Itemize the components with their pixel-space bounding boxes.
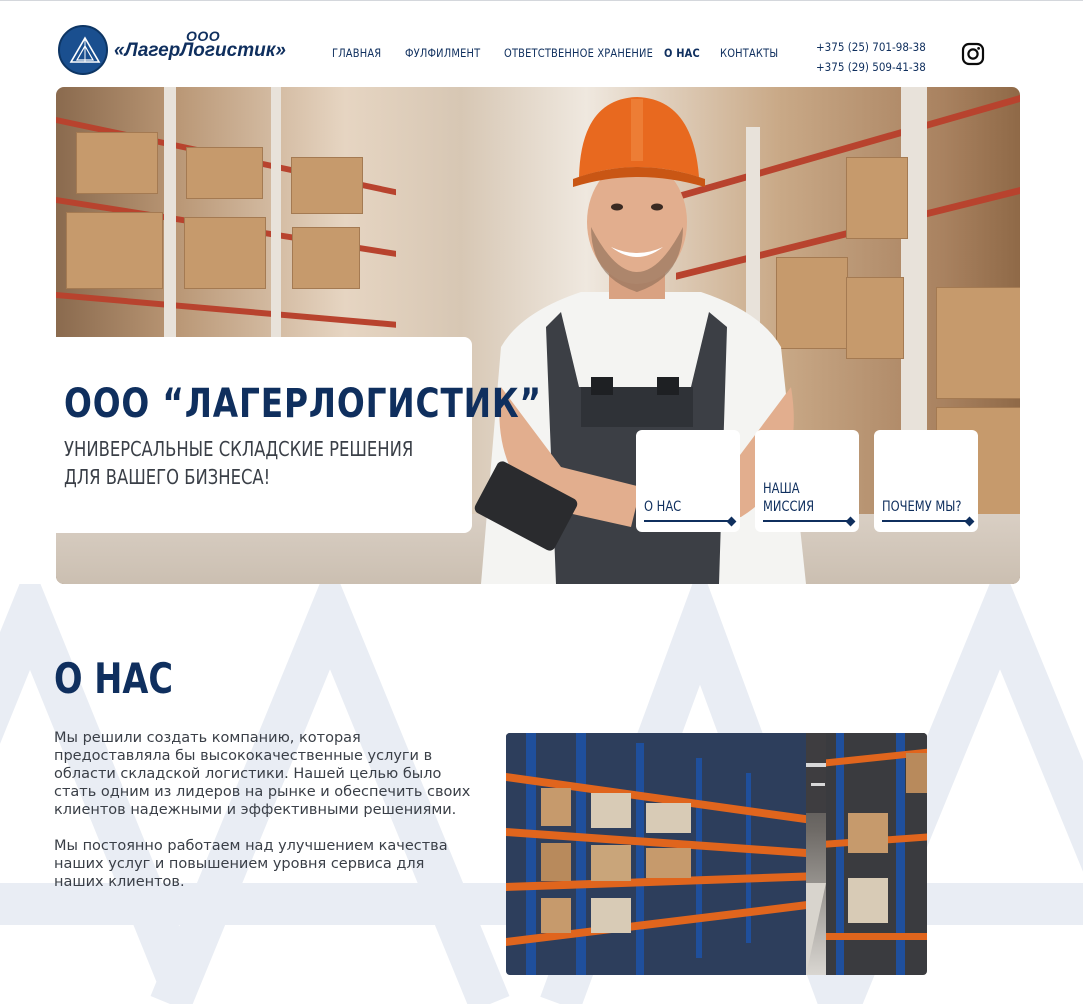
cargo-box <box>291 157 363 214</box>
cargo-box <box>66 212 163 289</box>
about-paragraph-1: Мы решили создать компанию, которая пред… <box>54 730 471 818</box>
shelf-beam <box>56 292 396 328</box>
logo-name[interactable]: «ЛагерЛогистик» <box>114 40 286 62</box>
nav-item-storage[interactable]: ОТВЕТСТВЕННОЕ ХРАНЕНИЕ <box>504 46 653 60</box>
cargo-box <box>184 217 266 289</box>
about-paragraph-2: Мы постоянно работаем над улучшением кач… <box>54 838 448 890</box>
cargo-box <box>846 157 908 239</box>
cargo-box <box>936 287 1020 399</box>
nav-item-contacts[interactable]: КОНТАКТЫ <box>720 46 778 60</box>
hero-link-label: О НАС <box>644 499 682 515</box>
hero-subtitle: УНИВЕРСАЛЬНЫЕ СКЛАДСКИЕ РЕШЕНИЯ ДЛЯ ВАШЕ… <box>64 435 413 491</box>
arrow-diamond-icon <box>845 516 856 527</box>
arrow-diamond-icon <box>726 516 737 527</box>
instagram-icon[interactable] <box>961 42 985 66</box>
hero-link-why-us[interactable]: ПОЧЕМУ МЫ? <box>874 430 978 532</box>
warehouse-photo <box>506 733 927 975</box>
site-header: ООО «ЛагерЛогистик» ГЛАВНАЯ ФУЛФИЛМЕНТ О… <box>0 0 1083 86</box>
nav-item-fulfillment[interactable]: ФУЛФИЛМЕНТ <box>405 46 480 60</box>
hero-subtitle-line-2: ДЛЯ ВАШЕГО БИЗНЕСА! <box>64 465 271 489</box>
cargo-box <box>292 227 360 289</box>
hero-link-label: НАША МИССИЯ <box>763 481 815 515</box>
hero-link-mission[interactable]: НАША МИССИЯ <box>755 430 859 532</box>
nav-item-home[interactable]: ГЛАВНАЯ <box>332 46 381 60</box>
cargo-box <box>76 132 158 194</box>
link-underline <box>644 520 732 522</box>
about-title: О НАС <box>54 654 174 703</box>
hero-card: ООО “ЛАГЕРЛОГИСТИК” УНИВЕРСАЛЬНЫЕ СКЛАДС… <box>56 337 541 533</box>
phone-list: +375 (25) 701-98-38 +375 (29) 509-41-38 <box>816 37 926 77</box>
hero-title: ООО “ЛАГЕРЛОГИСТИК” <box>64 381 542 427</box>
about-text: Мы решили создать компанию, которая пред… <box>54 729 474 909</box>
hero-link-label: ПОЧЕМУ МЫ? <box>882 499 962 515</box>
link-underline <box>763 520 851 522</box>
logo-emblem-icon[interactable] <box>58 25 108 75</box>
cargo-box <box>846 277 904 359</box>
hero-link-about[interactable]: О НАС <box>636 430 740 532</box>
hero-subtitle-line-1: УНИВЕРСАЛЬНЫЕ СКЛАДСКИЕ РЕШЕНИЯ <box>64 437 414 461</box>
link-underline <box>882 520 970 522</box>
hero-banner: ООО “ЛАГЕРЛОГИСТИК” УНИВЕРСАЛЬНЫЕ СКЛАДС… <box>56 87 1020 584</box>
arrow-diamond-icon <box>964 516 975 527</box>
cargo-box <box>186 147 263 199</box>
nav-item-about[interactable]: О НАС <box>664 46 700 60</box>
phone-link-1[interactable]: +375 (25) 701-98-38 <box>816 37 926 57</box>
phone-link-2[interactable]: +375 (29) 509-41-38 <box>816 57 926 77</box>
